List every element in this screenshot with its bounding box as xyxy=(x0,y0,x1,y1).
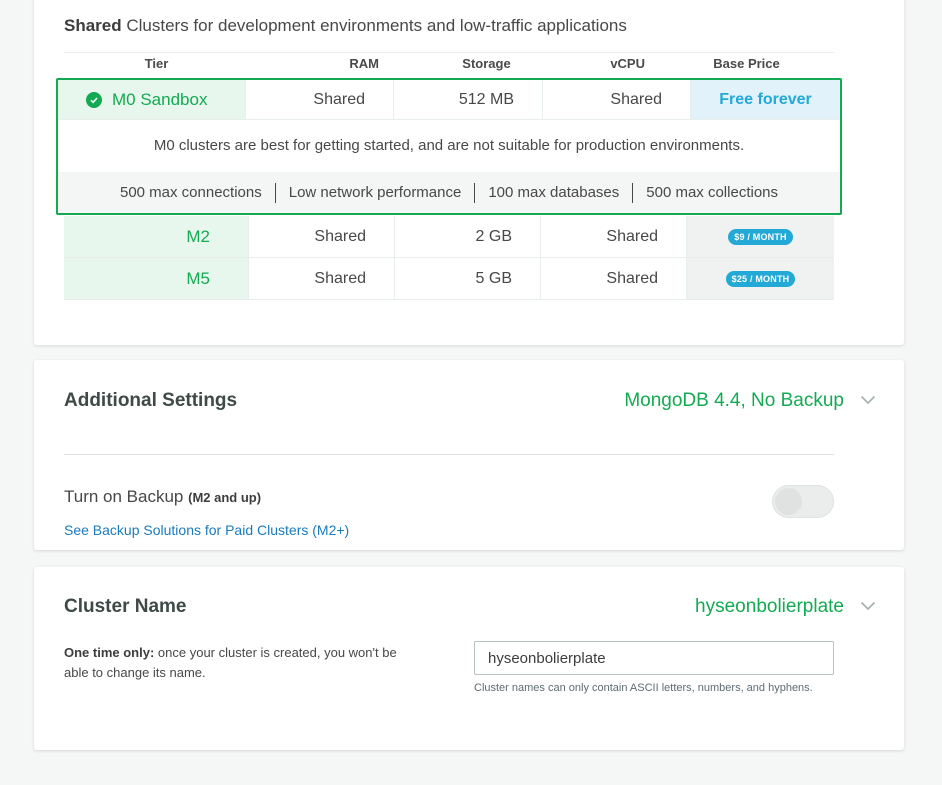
storage-cell: 2 GB xyxy=(395,216,541,257)
cluster-name-help: Cluster names can only contain ASCII let… xyxy=(474,682,813,694)
tier-row-m5[interactable]: M5 Shared 5 GB Shared $25 / MONTH xyxy=(64,258,834,300)
shared-heading-text: Clusters for development environments an… xyxy=(121,16,627,35)
header-base-price: Base Price xyxy=(713,56,780,71)
check-circle-icon xyxy=(86,91,102,108)
tier-row-m2[interactable]: M2 Shared 2 GB Shared $9 / MONTH xyxy=(64,216,834,258)
ram-cell: Shared xyxy=(249,216,395,257)
header-storage: Storage xyxy=(462,56,511,71)
storage-cell: 5 GB xyxy=(395,258,541,299)
ram-cell: Shared xyxy=(246,80,394,119)
selected-tier-row[interactable]: M0 Sandbox Shared 512 MB Shared Free for… xyxy=(58,80,840,120)
tier-table-header: Tier RAM Storage vCPU Base Price xyxy=(64,52,834,78)
chevron-down-icon[interactable] xyxy=(860,395,876,405)
tier-name: M2 xyxy=(64,216,249,257)
cluster-name-summary[interactable]: hyseonbolierplate xyxy=(695,596,844,618)
header-tier: Tier xyxy=(144,56,169,71)
tier-description: M0 clusters are best for getting started… xyxy=(153,137,745,154)
tier-name: M0 Sandbox xyxy=(112,89,208,109)
backup-label-text: Turn on Backup xyxy=(64,487,184,506)
price-cell: $9 / MONTH xyxy=(687,216,834,257)
shared-heading-bold: Shared xyxy=(64,16,122,35)
chevron-down-icon[interactable] xyxy=(860,601,876,611)
note-bold: One time only: xyxy=(64,645,155,660)
header-vcpu: vCPU xyxy=(610,56,645,71)
cluster-name-title[interactable]: Cluster Name xyxy=(64,596,187,618)
ram-cell: Shared xyxy=(249,258,395,299)
storage-cell: 512 MB xyxy=(394,80,543,119)
tier-name: M5 xyxy=(64,258,249,299)
backup-label-hint: (M2 and up) xyxy=(188,490,262,505)
price-badge: $25 / MONTH xyxy=(725,270,796,287)
tier-table: Tier RAM Storage vCPU Base Price M0 Sand… xyxy=(56,52,842,300)
tier-cell: M0 Sandbox xyxy=(58,80,246,119)
additional-settings-title[interactable]: Additional Settings xyxy=(64,390,237,412)
additional-settings-summary[interactable]: MongoDB 4.4, No Backup xyxy=(624,390,844,412)
divider xyxy=(64,454,834,455)
backup-label: Turn on Backup (M2 and up) xyxy=(64,487,261,507)
feature-item: 500 max collections xyxy=(632,182,791,203)
feature-item: 100 max databases xyxy=(474,182,632,203)
cluster-name-card: Cluster Name hyseonbolierplate One time … xyxy=(34,567,904,750)
price-cell: $25 / MONTH xyxy=(687,258,834,299)
vcpu-cell: Shared xyxy=(543,80,691,119)
tier-features: 500 max connections Low network performa… xyxy=(58,172,840,213)
cluster-name-input[interactable] xyxy=(474,641,834,675)
vcpu-cell: Shared xyxy=(541,216,687,257)
header-ram: RAM xyxy=(349,56,379,71)
price-badge: $9 / MONTH xyxy=(728,228,793,245)
additional-settings-card: Additional Settings MongoDB 4.4, No Back… xyxy=(34,360,904,550)
toggle-knob xyxy=(775,488,802,515)
cluster-name-note: One time only: once your cluster is crea… xyxy=(64,643,424,683)
backup-toggle[interactable] xyxy=(772,485,834,518)
shared-tiers-card: Shared Clusters for development environm… xyxy=(34,0,904,345)
feature-item: 500 max connections xyxy=(119,183,262,201)
backup-solutions-link[interactable]: See Backup Solutions for Paid Clusters (… xyxy=(64,522,349,538)
shared-clusters-heading: Shared Clusters for development environm… xyxy=(64,16,627,36)
feature-item: Low network performance xyxy=(274,182,475,203)
vcpu-cell: Shared xyxy=(541,258,687,299)
selected-tier-m0[interactable]: M0 Sandbox Shared 512 MB Shared Free for… xyxy=(56,78,842,215)
price-cell: Free forever xyxy=(691,80,840,119)
